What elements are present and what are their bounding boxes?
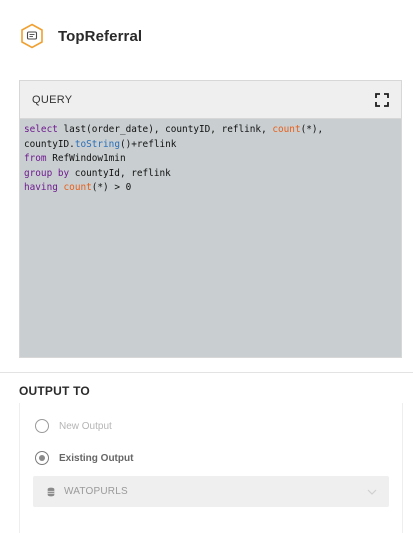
code-line-2: countyID.toString()+reflink: [24, 138, 397, 153]
hexagon-message-icon: [21, 23, 43, 49]
method-tostring: toString: [74, 138, 120, 150]
query-header: QUERY: [20, 81, 401, 119]
divider: [0, 372, 413, 373]
fn-count-2: count: [63, 182, 92, 193]
radio-button-new-output[interactable]: [35, 419, 49, 433]
query-editor[interactable]: select last(order_date), countyID, refli…: [20, 119, 401, 196]
radio-new-output[interactable]: New Output: [35, 419, 112, 433]
query-label: QUERY: [32, 93, 73, 106]
existing-output-select[interactable]: WATOPURLS: [33, 476, 389, 507]
output-title: OUTPUT TO: [19, 384, 90, 398]
select-value: WATOPURLS: [64, 486, 128, 497]
fn-last: last: [63, 124, 87, 135]
fullscreen-icon[interactable]: [375, 92, 389, 107]
code-line-1: select last(order_date), countyID, refli…: [24, 123, 397, 138]
from-target: RefWindow1min: [46, 153, 126, 164]
radio-label-existing-output: Existing Output: [59, 452, 134, 464]
line2-tail: ()+reflink: [119, 138, 177, 150]
keyword-having: having: [24, 182, 58, 193]
output-options-box: New Output Existing Output WATOPURLS: [19, 403, 403, 533]
fn-count: count: [272, 124, 301, 135]
radio-existing-output[interactable]: Existing Output: [35, 451, 133, 465]
line2-head: countyID.: [24, 138, 75, 150]
radio-button-existing-output[interactable]: [35, 451, 49, 465]
keyword-from: from: [24, 153, 47, 164]
code-line-3: from RefWindow1min: [24, 152, 397, 167]
query-panel: QUERY select last(order_date), countyID,…: [19, 80, 402, 358]
page-title: TopReferral: [58, 27, 143, 45]
chevron-down-icon[interactable]: [367, 489, 377, 495]
code-line-5: having count(*) > 0: [24, 181, 397, 196]
header: TopReferral: [20, 22, 142, 50]
code-line-4: group by countyId, reflink: [24, 167, 397, 182]
group-fields: countyId, reflink: [69, 167, 171, 179]
keyword-group-by: group by: [24, 167, 70, 179]
database-icon: [47, 487, 55, 496]
line1-tail: (*),: [300, 124, 324, 135]
having-tail: (*) > 0: [91, 182, 132, 193]
keyword-select: select: [24, 124, 58, 135]
radio-label-new-output: New Output: [59, 420, 112, 432]
line1-args: (order_date), countyID, reflink,: [86, 124, 273, 135]
